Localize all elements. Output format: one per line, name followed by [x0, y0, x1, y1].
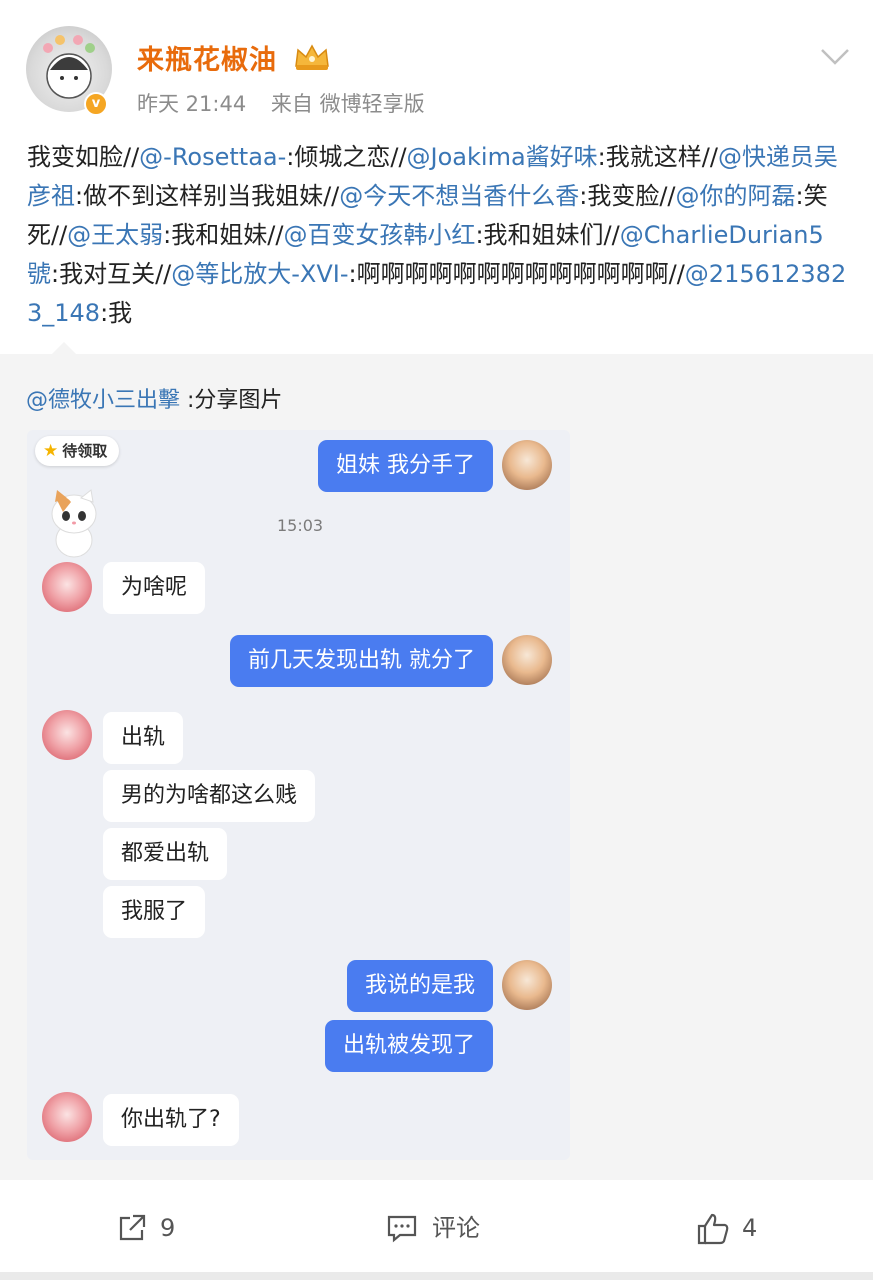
repost-text: :分享图片 [180, 388, 283, 413]
user-mention-link[interactable]: @Joakima酱好味 [407, 143, 598, 171]
comment-label: 评论 [432, 1214, 480, 1242]
cat-sticker-icon [51, 489, 97, 558]
vip-crown-icon[interactable] [292, 40, 332, 72]
post-meta: 昨天 21:44 来自 微博轻享版 [137, 88, 443, 118]
post-text-segment: :我和姐妹// [163, 221, 284, 249]
shared-chat-image[interactable]: ★ 待领取 15:03 姐妹 我分手了 为啥呢 前几天发现出轨 就分了 出轨 男… [27, 430, 570, 1160]
post-text-segment: :我就这样// [597, 143, 718, 171]
comment-button[interactable]: 评论 [386, 1208, 496, 1248]
friend-avatar [42, 1092, 92, 1142]
repost-notch [52, 342, 76, 354]
friend-avatar [42, 562, 92, 612]
post-body-text: 我变如脸//@-Rosettaa-:倾城之恋//@Joakima酱好味:我就这样… [27, 138, 847, 333]
share-button[interactable]: 9 [116, 1208, 196, 1248]
user-mention-link[interactable]: @你的阿磊 [676, 182, 796, 210]
weibo-post-page: v 来瓶花椒油 昨天 21:44 来自 微博轻享版 我变如脸//@-Rosett… [0, 0, 873, 1280]
repost-block[interactable]: @德牧小三出擊 :分享图片 ★ 待领取 15:03 姐妹 我分手了 为啥呢 前几… [0, 342, 873, 1180]
post-text-segment: 我变如脸// [27, 143, 140, 171]
message-bubble-out: 前几天发现出轨 就分了 [230, 635, 493, 687]
user-mention-link[interactable]: @王太弱 [67, 221, 163, 249]
post-text-segment: :我对互关// [51, 260, 172, 288]
post-text-segment: :我和姐妹们// [475, 221, 620, 249]
message-bubble-in: 男的为啥都这么贱 [103, 770, 316, 822]
post-time: 昨天 21:44 [137, 92, 247, 116]
my-avatar [502, 960, 552, 1010]
my-avatar [502, 440, 552, 490]
like-button[interactable]: 4 [696, 1208, 766, 1248]
chat-timestamp: 15:03 [277, 516, 324, 535]
post-text-segment: :倾城之恋// [286, 143, 407, 171]
user-mention-link[interactable]: @今天不想当香什么香 [339, 182, 579, 210]
message-bubble-out: 姐妹 我分手了 [318, 440, 493, 492]
message-bubble-in: 都爱出轨 [103, 828, 228, 880]
pending-badge: ★ 待领取 [35, 436, 120, 466]
user-mention-link[interactable]: @等比放大-XVI- [171, 260, 348, 288]
user-mention-link[interactable]: @-Rosettaa- [139, 143, 286, 171]
thumbs-up-icon [697, 1213, 729, 1245]
message-bubble-in: 出轨 [103, 712, 184, 764]
friend-avatar [42, 710, 92, 760]
post-actions-bar: 9 评论 4 [0, 1186, 873, 1270]
post-text-segment: :啊啊啊啊啊啊啊啊啊啊啊啊啊// [348, 260, 685, 288]
chevron-down-icon[interactable] [819, 46, 851, 68]
repost-line: @德牧小三出擊 :分享图片 [26, 382, 282, 414]
comment-icon [387, 1215, 417, 1243]
user-mention-link[interactable]: @百变女孩韩小红 [283, 221, 475, 249]
post-header: v 来瓶花椒油 昨天 21:44 来自 微博轻享版 [0, 0, 873, 125]
my-avatar [502, 635, 552, 685]
repost-mention[interactable]: @德牧小三出擊 [26, 388, 180, 413]
like-count: 4 [742, 1214, 758, 1242]
message-bubble-in: 为啥呢 [103, 562, 206, 614]
post-text-segment: :我 [100, 299, 133, 327]
star-icon: ★ [43, 441, 59, 461]
message-bubble-in: 你出轨了? [103, 1094, 239, 1146]
message-bubble-out: 我说的是我 [346, 960, 493, 1012]
verified-badge-icon: v [84, 92, 108, 116]
post-text-segment: :我变脸// [579, 182, 676, 210]
pending-badge-label: 待领取 [62, 442, 108, 460]
post-separator [0, 1272, 873, 1280]
message-bubble-out: 出轨被发现了 [324, 1020, 493, 1072]
message-bubble-in: 我服了 [103, 886, 206, 938]
author-name[interactable]: 来瓶花椒油 [137, 38, 277, 77]
post-source[interactable]: 来自 微博轻享版 [271, 92, 425, 116]
share-count: 9 [160, 1214, 176, 1242]
share-icon [119, 1214, 146, 1241]
post-text-segment: :做不到这样别当我姐妹// [75, 182, 340, 210]
